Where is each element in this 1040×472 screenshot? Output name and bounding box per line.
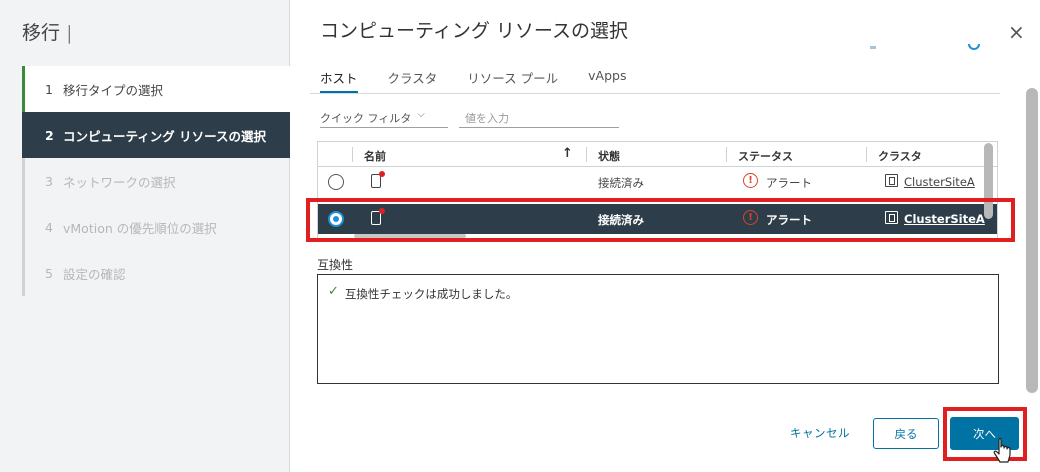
wizard-title: 移行 | <box>22 22 73 44</box>
column-header-state[interactable]: 状態 <box>598 142 620 167</box>
tab-resource-pools[interactable]: リソース プール <box>467 62 558 94</box>
step-number: 1 <box>45 81 53 97</box>
step-review: 5 設定の確認 <box>22 250 290 296</box>
cluster-link[interactable]: ClusterSiteA <box>904 175 975 189</box>
column-header-cluster[interactable]: クラスタ <box>878 142 922 167</box>
column-separator <box>586 147 587 162</box>
host-status: アラート <box>766 176 812 190</box>
row-radio-button[interactable] <box>328 174 344 190</box>
step-number: 5 <box>45 265 53 281</box>
tabs-divider <box>310 93 1000 94</box>
grid-header: 名前 ↑ 状態 ステータス クラスタ <box>318 142 997 167</box>
column-header-name[interactable]: 名前 <box>364 142 386 167</box>
hand-cursor-icon <box>993 438 1011 463</box>
column-separator <box>726 147 727 162</box>
host-state: 接続済み <box>598 176 644 190</box>
migrate-wizard: 移行 | 1 移行タイプの選択 2 コンピューティング リソースの選択 3 ネッ… <box>0 0 1040 472</box>
host-alert-icon <box>371 171 385 188</box>
wizard-steps: 1 移行タイプの選択 2 コンピューティング リソースの選択 3 ネットワークの… <box>22 66 290 296</box>
quick-filter-label: クイック フィルタ <box>320 112 412 125</box>
alert-icon: ! <box>743 173 758 188</box>
chevron-down-icon: ⌵ <box>417 109 425 120</box>
refresh-icon[interactable] <box>968 44 980 50</box>
dialog-vertical-scrollbar[interactable] <box>1026 88 1038 393</box>
step-label: 設定の確認 <box>63 266 126 282</box>
step-migration-type[interactable]: 1 移行タイプの選択 <box>22 66 290 112</box>
check-icon: ✓ <box>328 284 339 299</box>
filter-value-input[interactable]: 値を入力 <box>459 106 619 128</box>
step-compute-resource[interactable]: 2 コンピューティング リソースの選択 <box>22 112 290 158</box>
step-label: vMotion の優先順位の選択 <box>63 220 217 236</box>
compatibility-message: ✓ 互換性チェックは成功しました。 <box>328 284 518 302</box>
dialog-title: コンピューティング リソースの選択 <box>320 20 628 42</box>
table-row[interactable]: 接続済み ! アラート ClusterSiteA <box>318 167 997 197</box>
tab-clusters[interactable]: クラスタ <box>388 62 438 94</box>
compatibility-panel: ✓ 互換性チェックは成功しました。 <box>317 274 999 384</box>
column-header-status[interactable]: ステータス <box>738 142 793 167</box>
wizard-sidebar: 移行 | 1 移行タイプの選択 2 コンピューティング リソースの選択 3 ネッ… <box>0 0 290 472</box>
step-number: 3 <box>45 173 53 189</box>
tab-hosts[interactable]: ホスト <box>320 62 358 94</box>
step-number: 2 <box>45 127 54 143</box>
column-separator <box>352 147 353 162</box>
cancel-button[interactable]: キャンセル <box>790 425 850 441</box>
step-vmotion-priority: 4 vMotion の優先順位の選択 <box>22 204 290 250</box>
sort-ascending-icon[interactable]: ↑ <box>562 142 573 167</box>
highlight-selected-row <box>306 198 1015 242</box>
column-separator <box>866 147 867 162</box>
step-number: 4 <box>45 219 53 235</box>
close-icon[interactable]: × <box>1008 22 1025 42</box>
quick-filter-dropdown[interactable]: クイック フィルタ ⌵ <box>320 106 448 128</box>
highlight-next-button <box>943 407 1027 461</box>
toolbar-fragment <box>870 46 876 49</box>
step-label: 移行タイプの選択 <box>63 82 164 98</box>
resource-tabs: ホスト クラスタ リソース プール vApps <box>320 62 656 94</box>
back-button[interactable]: 戻る <box>873 418 939 449</box>
step-label: コンピューティング リソースの選択 <box>63 128 266 144</box>
compatibility-text: 互換性チェックは成功しました。 <box>344 287 518 301</box>
tab-vapps[interactable]: vApps <box>588 62 626 94</box>
compatibility-label: 互換性 <box>317 258 354 272</box>
step-label: ネットワークの選択 <box>63 174 176 190</box>
step-network: 3 ネットワークの選択 <box>22 158 290 204</box>
cluster-icon <box>885 174 898 187</box>
